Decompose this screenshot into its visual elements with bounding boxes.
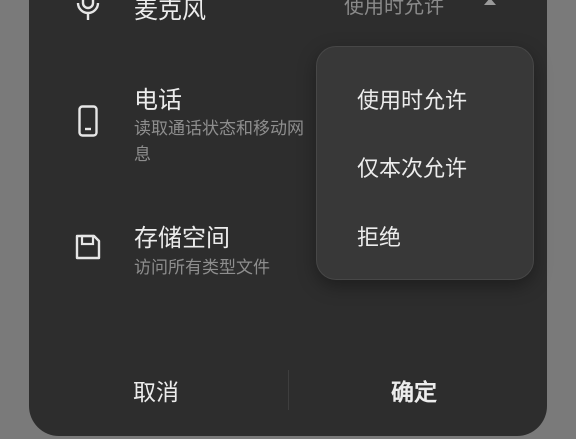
phone-icon (78, 105, 98, 137)
storage-icon (74, 233, 102, 261)
dropdown-option-allow-once[interactable]: 仅本次允许 (357, 151, 467, 183)
permission-title: 电话 (134, 86, 182, 114)
permission-title: 存储空间 (134, 224, 230, 252)
permission-dropdown-menu: 使用时允许 仅本次允许 拒绝 (316, 46, 534, 280)
cancel-button[interactable]: 取消 (133, 373, 179, 407)
microphone-icon (76, 0, 100, 22)
dropdown-option-allow-while-using[interactable]: 使用时允许 (357, 83, 467, 115)
permission-description: 访问所有类型文件 (134, 258, 270, 278)
caret-up-icon[interactable] (484, 0, 496, 5)
confirm-button[interactable]: 确定 (391, 373, 437, 407)
permission-description: 读取通话状态和移动网 息 (134, 119, 304, 165)
dropdown-option-deny[interactable]: 拒绝 (357, 220, 401, 252)
permission-status[interactable]: 使用时允许 (344, 0, 444, 19)
permission-title: 麦克风 (134, 0, 206, 24)
footer-divider (288, 370, 289, 410)
